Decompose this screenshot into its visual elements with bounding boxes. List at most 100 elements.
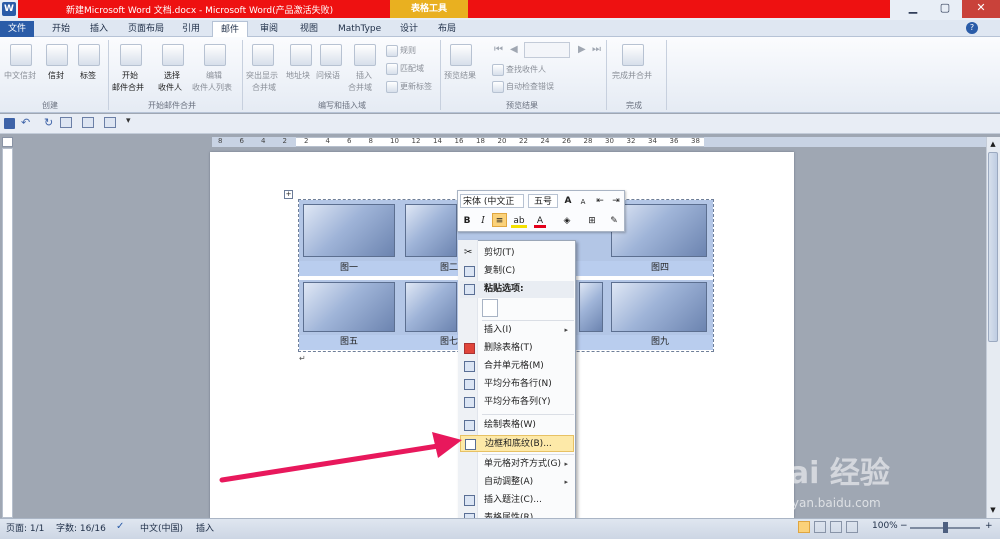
highlight-merge-fields-button[interactable]: 合并域 [252, 82, 276, 93]
image-thumbnail[interactable] [303, 282, 395, 332]
menu-item-insert[interactable]: 插入(I) ▸ [460, 322, 574, 339]
image-thumbnail[interactable] [611, 282, 707, 332]
image-thumbnail[interactable] [579, 282, 603, 332]
center-align-button[interactable]: ≡ [492, 213, 507, 227]
address-block-button[interactable]: 地址块 [286, 70, 310, 81]
shading-icon[interactable]: ◈ [560, 214, 574, 228]
greeting-line-button[interactable]: 问候语 [316, 70, 340, 81]
previous-record-icon[interactable]: ◀ [510, 44, 518, 55]
zoom-slider-thumb[interactable] [943, 522, 948, 533]
grow-font-button[interactable]: A [562, 194, 574, 208]
menu-item-merge-cells[interactable]: 合并单元格(M) [460, 358, 574, 375]
update-labels-button[interactable]: 更新标签 [400, 81, 432, 92]
italic-button[interactable]: I [477, 214, 489, 228]
image-thumbnail[interactable] [611, 204, 707, 257]
tab-review[interactable]: 审阅 [252, 21, 286, 37]
record-number-input[interactable] [524, 42, 570, 58]
insert-mode-status[interactable]: 插入 [196, 521, 214, 534]
chinese-envelope-button[interactable]: 中文信封 [4, 70, 36, 81]
first-record-icon[interactable]: ⏮ [494, 44, 503, 55]
scrollbar-thumb[interactable] [988, 152, 998, 342]
proofing-icon[interactable]: ✓ [116, 521, 128, 533]
bold-button[interactable]: B [461, 214, 473, 228]
insert-textbox-icon[interactable] [104, 117, 116, 128]
tab-page-layout[interactable]: 页面布局 [120, 21, 172, 37]
borders-icon[interactable]: ⊞ [586, 214, 598, 228]
scroll-down-icon[interactable]: ▼ [988, 506, 998, 516]
print-layout-view-icon[interactable] [798, 521, 810, 533]
labels-button[interactable]: 标签 [80, 70, 96, 81]
outline-view-icon[interactable] [846, 521, 858, 533]
zoom-in-button[interactable]: + [985, 521, 993, 531]
language-status[interactable]: 中文(中国) [140, 521, 183, 534]
zoom-out-button[interactable]: − [900, 521, 908, 531]
highlight-color-button[interactable]: ab [511, 214, 527, 228]
last-record-icon[interactable]: ⏭ [592, 44, 601, 55]
tab-selector-icon[interactable] [2, 137, 13, 147]
increase-indent-icon[interactable]: ⇥ [610, 194, 622, 208]
menu-item-delete-table[interactable]: 删除表格(T) [460, 340, 574, 357]
finish-merge-button[interactable]: 完成并合并 [612, 70, 652, 81]
tab-references[interactable]: 引用 [174, 21, 208, 37]
close-button[interactable]: ✕ [962, 0, 1000, 18]
tab-mailings[interactable]: 邮件 [212, 21, 249, 37]
match-fields-button[interactable]: 匹配域 [400, 63, 424, 74]
caption-cell[interactable]: 图四 [607, 261, 713, 276]
caption-cell[interactable]: 图五 [299, 335, 399, 350]
undo-icon[interactable]: ↶ [21, 116, 30, 129]
scroll-up-icon[interactable]: ▲ [988, 140, 998, 150]
font-color-button[interactable]: A [534, 214, 546, 228]
font-size-select[interactable]: 五号 [528, 194, 558, 208]
word-app-icon[interactable]: W [2, 2, 16, 16]
paste-keep-format-icon[interactable] [482, 299, 498, 317]
word-count-status[interactable]: 字数: 16/16 [56, 521, 106, 534]
font-name-select[interactable]: 宋体 (中文正文 [460, 194, 524, 208]
image-thumbnail[interactable] [303, 204, 395, 257]
image-thumbnail[interactable] [405, 282, 457, 332]
save-icon[interactable] [4, 118, 15, 129]
zoom-level[interactable]: 100% [872, 521, 898, 531]
find-recipient-button[interactable]: 查找收件人 [506, 64, 546, 75]
envelopes-button[interactable]: 信封 [48, 70, 64, 81]
menu-item-distribute-columns[interactable]: 平均分布各列(Y) [460, 394, 574, 411]
image-thumbnail[interactable] [405, 204, 457, 257]
next-record-icon[interactable]: ▶ [578, 44, 586, 55]
tab-design[interactable]: 设计 [392, 21, 426, 37]
page-count-status[interactable]: 页面: 1/1 [6, 521, 44, 534]
menu-item-borders-shading[interactable]: 边框和底纹(B)... [460, 435, 574, 452]
menu-item-insert-caption[interactable]: 插入题注(C)... [460, 492, 574, 509]
menu-item-copy[interactable]: 复制(C) [460, 263, 574, 280]
tab-mathtype[interactable]: MathType [330, 21, 389, 37]
tab-home[interactable]: 开始 [44, 21, 78, 37]
menu-item-draw-table[interactable]: 绘制表格(W) [460, 417, 574, 434]
rules-button[interactable]: 规则 [400, 45, 416, 56]
minimize-button[interactable]: ▁ [898, 0, 928, 18]
redo-icon[interactable]: ↻ [44, 116, 53, 129]
maximize-button[interactable]: ▢ [930, 0, 960, 18]
decrease-indent-icon[interactable]: ⇤ [594, 194, 606, 208]
tab-view[interactable]: 视图 [292, 21, 326, 37]
table-move-handle-icon[interactable]: + [284, 190, 293, 199]
web-layout-view-icon[interactable] [830, 521, 842, 533]
table-icon[interactable] [60, 117, 72, 128]
edit-recipient-list-button[interactable]: 收件人列表 [192, 82, 232, 93]
menu-item-cell-alignment[interactable]: 单元格对齐方式(G) ▸ [460, 456, 574, 473]
format-painter-icon[interactable]: ✎ [608, 214, 620, 228]
shrink-font-button[interactable]: A [578, 195, 588, 209]
caption-cell[interactable]: 图一 [299, 261, 399, 276]
menu-item-autofit[interactable]: 自动调整(A) ▸ [460, 474, 574, 491]
menu-item-distribute-rows[interactable]: 平均分布各行(N) [460, 376, 574, 393]
tab-insert[interactable]: 插入 [82, 21, 116, 37]
auto-check-errors-button[interactable]: 自动检查错误 [506, 81, 554, 92]
help-icon[interactable]: ? [966, 22, 978, 34]
select-recipients-button[interactable]: 收件人 [158, 82, 182, 93]
full-screen-view-icon[interactable] [814, 521, 826, 533]
caption-cell[interactable]: 图九 [607, 335, 713, 350]
tab-file[interactable]: 文件 [0, 21, 35, 37]
customize-qat-icon[interactable]: ▾ [126, 116, 131, 126]
print-preview-icon[interactable] [82, 117, 94, 128]
insert-merge-field-button[interactable]: 合并域 [348, 82, 372, 93]
tab-layout[interactable]: 布局 [430, 21, 464, 37]
start-mail-merge-button[interactable]: 邮件合并 [112, 82, 144, 93]
preview-results-button[interactable]: 预览结果 [444, 70, 476, 81]
